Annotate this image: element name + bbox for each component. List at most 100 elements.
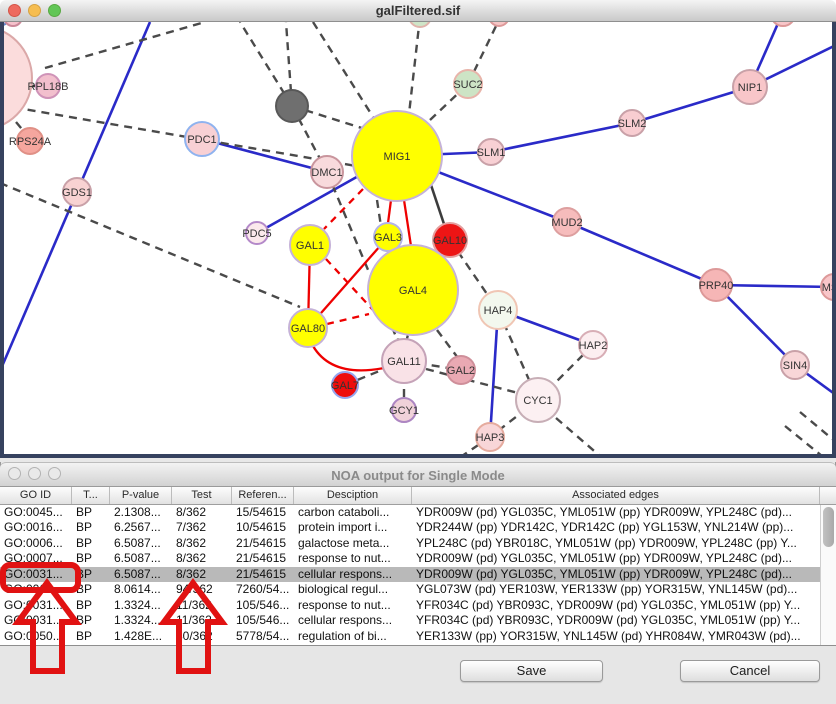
- table-cell: YER133W (pp) YOR315W, YNL145W (pd) YHR08…: [412, 629, 820, 644]
- noa-titlebar[interactable]: NOA output for Single Mode: [0, 462, 836, 487]
- table-cell: BP: [72, 567, 110, 582]
- table-body[interactable]: GO:0045...BP2.1308...8/36215/54615carbon…: [0, 505, 836, 645]
- table-cell: YGL073W (pd) YER103W, YER133W (pp) YOR31…: [412, 582, 820, 597]
- table-cell: YDR009W (pd) YGL035C, YML051W (pp) YDR00…: [412, 567, 820, 582]
- node-big-left[interactable]: [0, 26, 32, 130]
- node-label-GAL11: GAL11: [387, 356, 420, 368]
- node-label-DMC1: DMC1: [311, 167, 342, 179]
- table-cell: GO:0031...: [0, 567, 72, 582]
- table-header[interactable]: GO IDT...P-valueTestReferen...Desciption…: [0, 487, 836, 505]
- table-cell: 1.3324...: [110, 598, 172, 613]
- column-header[interactable]: Associated edges: [412, 487, 820, 504]
- edge[interactable]: [0, 105, 368, 168]
- table-row[interactable]: GO:0031...BP6.5087...8/36221/54615cellul…: [0, 567, 836, 582]
- table-cell: BP: [72, 582, 110, 597]
- table-cell: YDR244W (pp) YDR142C, YDR142C (pp) YGL15…: [412, 520, 820, 535]
- edge[interactable]: [45, 22, 205, 68]
- edge[interactable]: [313, 22, 375, 120]
- edge[interactable]: [716, 285, 834, 287]
- table-cell: 8/362: [172, 551, 232, 566]
- table-cell: galactose meta...: [294, 536, 412, 551]
- node-label-PRP40: PRP40: [699, 280, 734, 292]
- column-header[interactable]: T...: [72, 487, 110, 504]
- table-cell: YDR009W (pd) YGL035C, YML051W (pp) YDR00…: [412, 505, 820, 520]
- edge[interactable]: [0, 183, 300, 307]
- table-cell: response to nut...: [294, 598, 412, 613]
- node-pink-top-right[interactable]: [771, 22, 795, 26]
- screen: RPL18BRPS24AGDS1PDC1DMC1GAL10MIG1SUC2SLM…: [0, 0, 836, 704]
- cancel-button[interactable]: Cancel: [680, 660, 820, 682]
- table-cell: GO:0045...: [0, 505, 72, 520]
- window-border-right: [832, 22, 836, 458]
- node-label-HAP4: HAP4: [484, 305, 513, 317]
- table-row[interactable]: GO:0045...BP2.1308...8/36215/54615carbon…: [0, 505, 836, 520]
- table-cell: GO:0031...: [0, 598, 72, 613]
- node-label-GAL80: GAL80: [291, 323, 325, 335]
- edge[interactable]: [556, 418, 600, 456]
- edge[interactable]: [388, 200, 391, 223]
- table-row[interactable]: GO:0007...BP6.5087...8/36221/54615respon…: [0, 551, 836, 566]
- table-cell: 105/546...: [232, 598, 294, 613]
- column-header[interactable]: P-value: [110, 487, 172, 504]
- network-canvas[interactable]: RPL18BRPS24AGDS1PDC1DMC1GAL10MIG1SUC2SLM…: [0, 22, 836, 458]
- table-cell: 15/54615: [232, 505, 294, 520]
- node-gray-node[interactable]: [276, 90, 308, 122]
- save-button[interactable]: Save: [460, 660, 603, 682]
- column-header[interactable]: Desciption: [294, 487, 412, 504]
- table-cell: 80/362: [172, 629, 232, 644]
- node-label-MIG1: MIG1: [384, 151, 411, 163]
- edge[interactable]: [567, 222, 716, 285]
- node-label-GAL2: GAL2: [447, 365, 475, 377]
- table-row[interactable]: GO:0031...BP1.3324...11/362105/546...res…: [0, 598, 836, 613]
- edge[interactable]: [785, 426, 822, 456]
- table-cell: BP: [72, 551, 110, 566]
- table-cell: 8/362: [172, 567, 232, 582]
- table-cell: BP: [72, 598, 110, 613]
- node-frag-pink[interactable]: [4, 22, 22, 26]
- node-pink-top-mid[interactable]: [489, 22, 509, 26]
- table-cell: 21/54615: [232, 536, 294, 551]
- table-cell: GO:0007...: [0, 551, 72, 566]
- edge[interactable]: [491, 123, 632, 152]
- table-row[interactable]: GO:0031...BP1.3324...11/362105/546...cel…: [0, 613, 836, 628]
- edge[interactable]: [430, 182, 445, 227]
- node-label-SUC2: SUC2: [453, 79, 482, 91]
- edge[interactable]: [327, 314, 369, 324]
- table-cell: 8/362: [172, 505, 232, 520]
- edge[interactable]: [800, 412, 836, 442]
- node-label-NIP1: NIP1: [738, 82, 762, 94]
- graph-window-title: galFiltered.sif: [0, 3, 836, 18]
- scrollbar-thumb[interactable]: [823, 507, 834, 547]
- node-label-RPL18B: RPL18B: [28, 81, 69, 93]
- table-row[interactable]: GO:0065...BP8.0614...94/3627260/54...bio…: [0, 582, 836, 597]
- table-row[interactable]: GO:0006...BP6.5087...8/36221/54615galact…: [0, 536, 836, 551]
- edge[interactable]: [404, 200, 411, 246]
- edge[interactable]: [324, 189, 363, 229]
- table-cell: 6.2567...: [110, 520, 172, 535]
- table-cell: BP: [72, 536, 110, 551]
- node-green-top[interactable]: [409, 22, 431, 27]
- edge[interactable]: [437, 330, 458, 358]
- table-row[interactable]: GO:0016...BP6.2567...7/36210/54615protei…: [0, 520, 836, 535]
- node-label-PDC1: PDC1: [187, 134, 216, 146]
- table-cell: 2.1308...: [110, 505, 172, 520]
- table-cell: GO:0006...: [0, 536, 72, 551]
- table-cell: cellular respons...: [294, 567, 412, 582]
- node-label-GCY1: GCY1: [389, 405, 419, 417]
- graph-titlebar[interactable]: galFiltered.sif: [0, 0, 836, 22]
- edge[interactable]: [409, 22, 420, 114]
- edge[interactable]: [632, 87, 750, 123]
- edge[interactable]: [313, 346, 384, 370]
- column-header[interactable]: GO ID: [0, 487, 72, 504]
- table-row[interactable]: GO:0050...BP1.428E...80/3625778/54...reg…: [0, 629, 836, 644]
- vertical-scrollbar[interactable]: [820, 505, 836, 645]
- node-label-HAP3: HAP3: [476, 432, 505, 444]
- table-cell: YFR034C (pd) YBR093C, YDR009W (pd) YGL03…: [412, 598, 820, 613]
- table-cell: biological regul...: [294, 582, 412, 597]
- column-header[interactable]: Referen...: [232, 487, 294, 504]
- node-label-GAL10: GAL10: [433, 235, 467, 247]
- column-header[interactable]: Test: [172, 487, 232, 504]
- table-cell: carbon cataboli...: [294, 505, 412, 520]
- table-cell: 6.5087...: [110, 536, 172, 551]
- table-cell: cellular respons...: [294, 613, 412, 628]
